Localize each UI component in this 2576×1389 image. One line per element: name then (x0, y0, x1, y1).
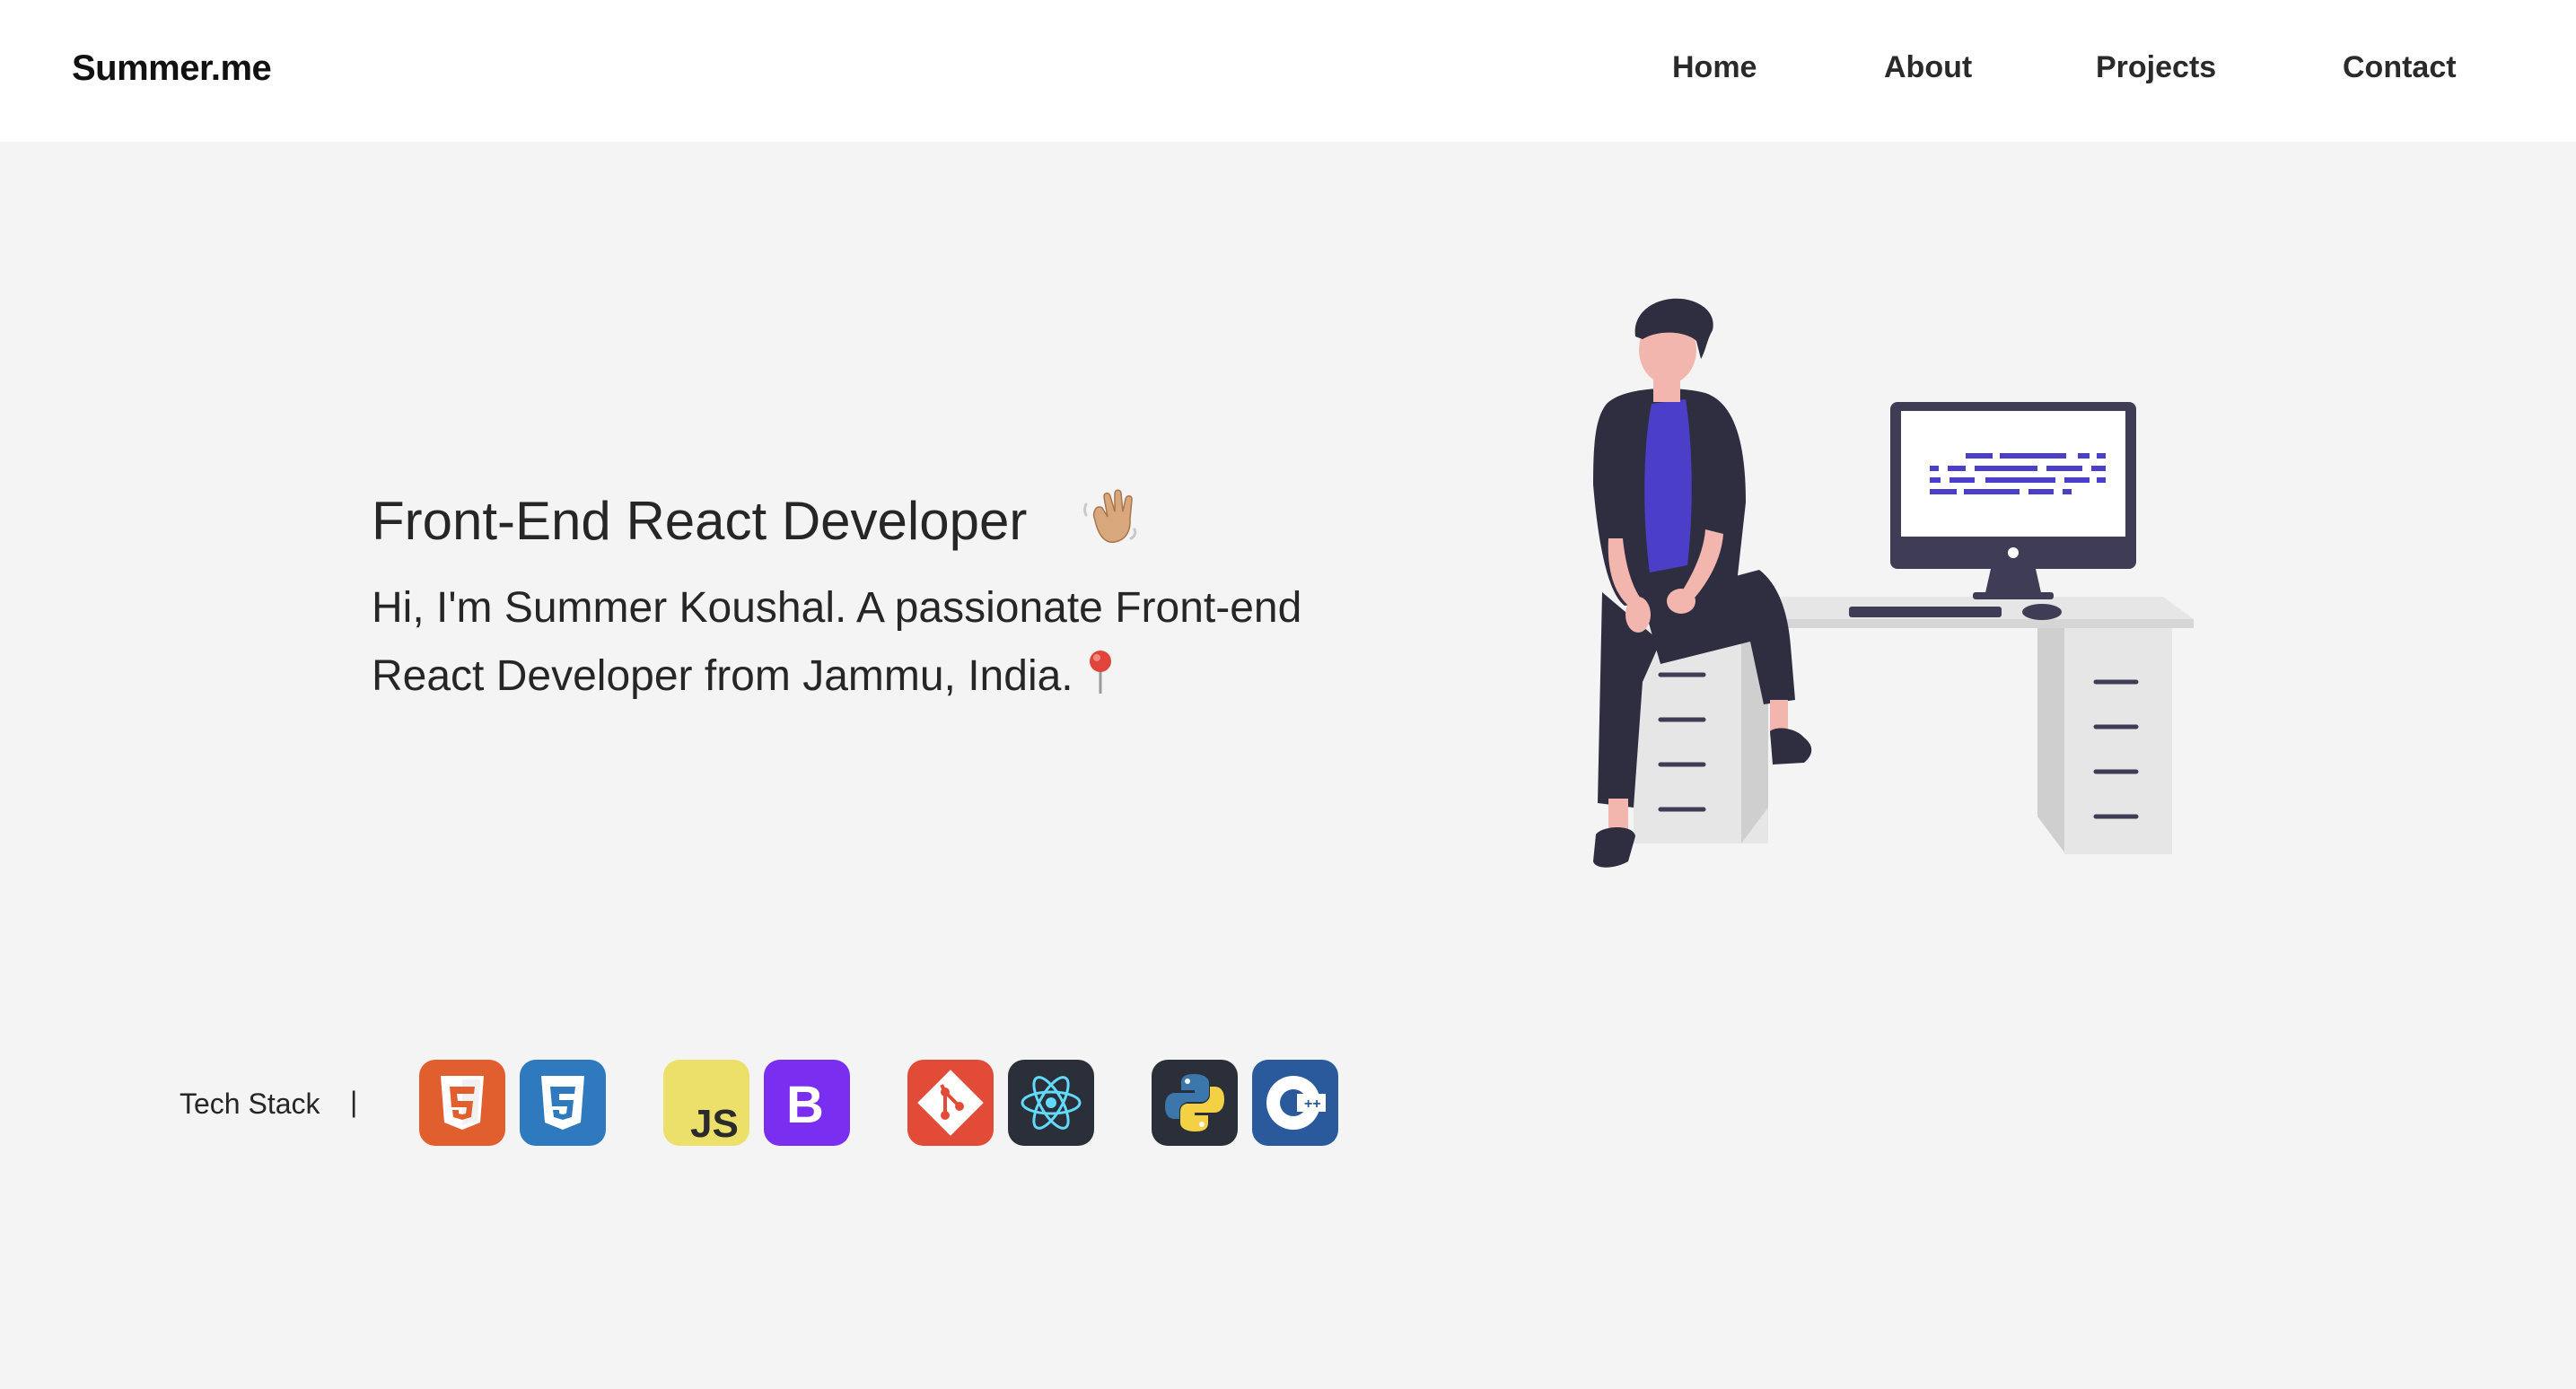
css3-icon[interactable] (520, 1060, 606, 1146)
javascript-icon[interactable]: JS (663, 1060, 749, 1146)
brand-logo[interactable]: Summer.me (72, 48, 272, 89)
hero-title: Front-End React Developer (372, 491, 1028, 551)
python-icon[interactable] (1152, 1060, 1238, 1146)
git-icon[interactable] (907, 1060, 994, 1146)
round-pushpin-icon (1089, 651, 1111, 694)
bootstrap-icon[interactable]: B (764, 1060, 850, 1146)
html5-icon[interactable] (419, 1060, 505, 1146)
nav-link-about[interactable]: About (1884, 50, 1972, 85)
navbar: Summer.me Home About Projects Contact (0, 0, 2576, 142)
hero-description-text: Hi, I'm Summer Koushal. A passionate Fro… (372, 584, 1302, 700)
nav-link-contact[interactable]: Contact (2343, 50, 2457, 85)
svg-text:B: B (786, 1076, 824, 1134)
nav-link-home[interactable]: Home (1672, 50, 1757, 85)
tech-stack-label: Tech Stack (180, 1088, 320, 1120)
svg-text:++: ++ (1304, 1096, 1321, 1112)
svg-text:JS: JS (690, 1102, 739, 1146)
react-icon[interactable] (1008, 1060, 1094, 1146)
cplusplus-icon[interactable]: ++ (1252, 1060, 1338, 1146)
hero-description: Hi, I'm Summer Koushal. A passionate Fro… (372, 574, 1377, 711)
waving-hand-icon (1083, 489, 1137, 544)
developer-desk-illustration (1593, 298, 2194, 868)
tech-stack-separator: | (350, 1086, 358, 1118)
nav-link-projects[interactable]: Projects (2096, 50, 2216, 85)
